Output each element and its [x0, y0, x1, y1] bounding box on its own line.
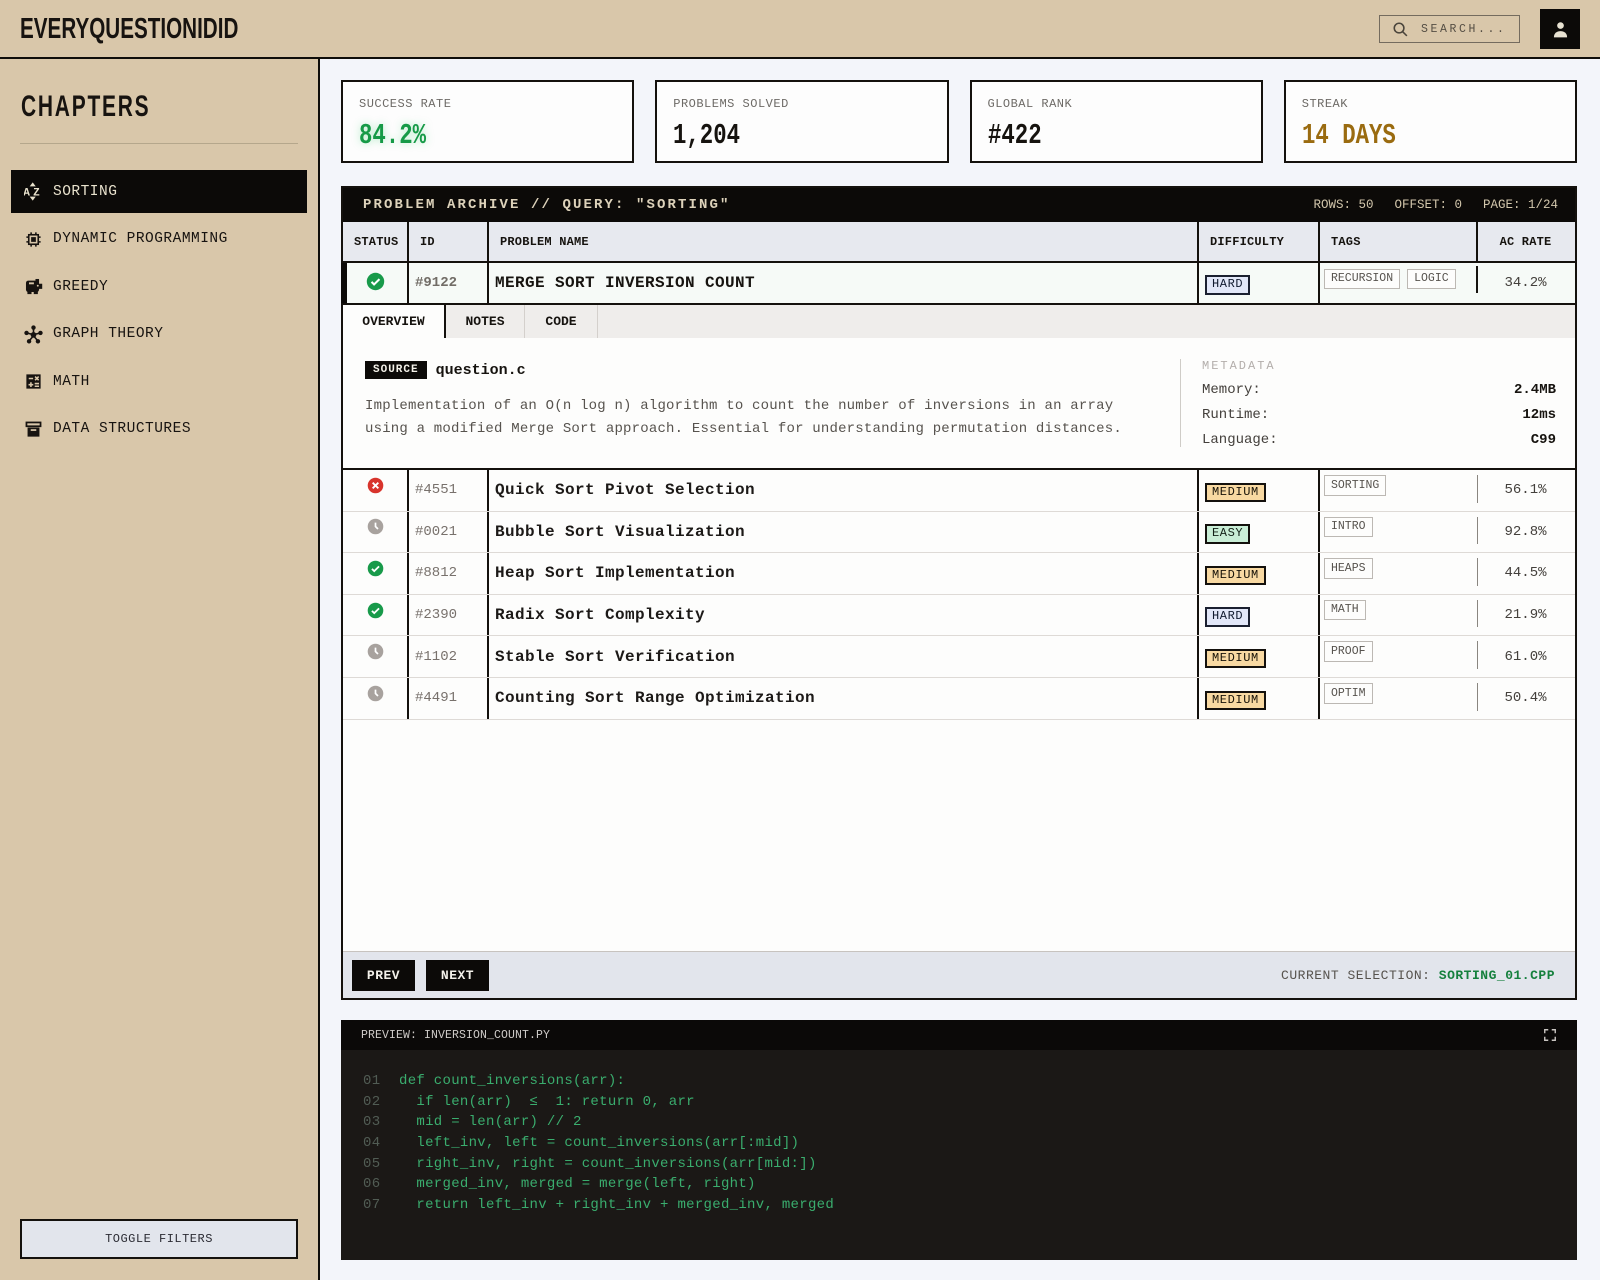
svg-text:A: A [24, 187, 30, 199]
svg-text:Z: Z [33, 187, 40, 199]
